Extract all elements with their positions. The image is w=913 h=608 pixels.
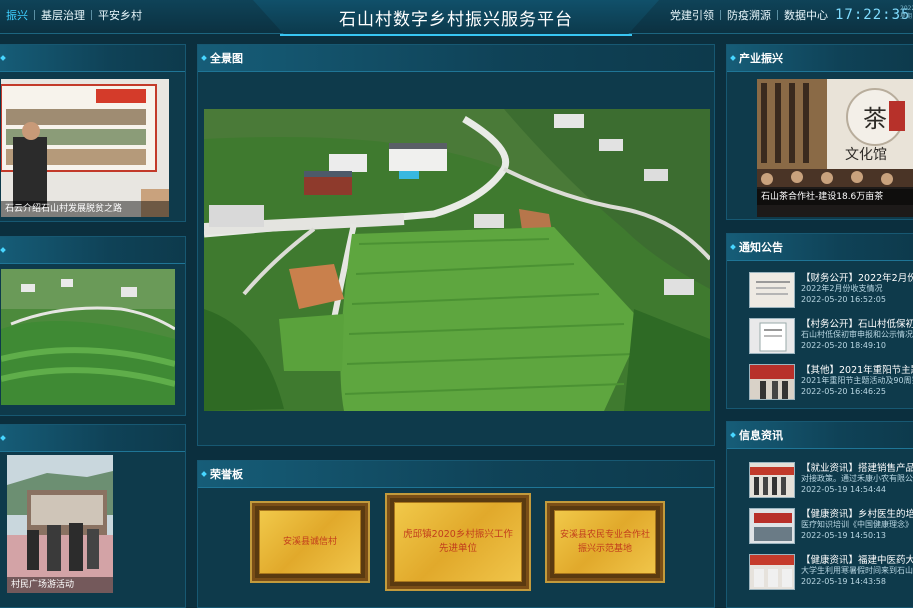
notice-item-desc: 2022年2月份收支情况 [801, 284, 883, 293]
info-item[interactable]: 【就业资讯】搭建销售产品， 对接政策。通过禾康小农有限公司 2022-05-19… [735, 460, 913, 500]
notice-header: 通知公告 [727, 234, 913, 261]
notice-item[interactable]: 【村务公开】石山村低保初审 石山村低保初审申报和公示情况 2022-05-20 … [735, 316, 913, 356]
notice-item-title: 【村务公开】石山村低保初审 [801, 319, 913, 330]
honor-title: 荣誉板 [210, 468, 243, 481]
honor-plaque-1-text: 安溪县诚信村 [259, 510, 361, 574]
info-item-desc: 大学生利用寒暑假时间来到石山 [801, 566, 913, 575]
info-item[interactable]: 【健康资讯】乡村医生的培训 医疗知识培训《中国健康理念》 2022-05-19 … [735, 506, 913, 546]
activity-photo[interactable]: 村民广场游活动 [7, 455, 113, 593]
honor-plaque-1[interactable]: 安溪县诚信村 [250, 501, 370, 583]
info-item-date: 2022-05-19 14:43:58 [801, 577, 886, 586]
notice-item-title: 【财务公开】2022年2月份收 [801, 273, 913, 284]
terrace-photo[interactable] [1, 269, 175, 405]
training-thumbnail-image [750, 509, 794, 543]
title-underline [280, 34, 632, 36]
nav-item-epidemic[interactable]: 防疫溯源 [721, 7, 777, 23]
info-item-title: 【就业资讯】搭建销售产品， [801, 463, 913, 474]
honor-plaque-2-text: 虎邱镇2020乡村振兴工作先进单位 [394, 502, 522, 582]
panorama-photo[interactable] [204, 109, 710, 411]
app-title: 石山村数字乡村振兴服务平台 [339, 10, 573, 30]
info-header: 信息资讯 [727, 422, 913, 449]
industry-photo[interactable]: 茶 文化馆 石山茶合作社-建设18.6万亩茶 [757, 79, 913, 217]
industry-header: 产业振兴 [727, 45, 913, 72]
top-bar: 振兴 基层治理 平安乡村 石山村数字乡村振兴服务平台 党建引领 防疫溯源 数据中… [0, 0, 913, 36]
left-panel-3-header [0, 425, 185, 452]
info-title: 信息资讯 [739, 429, 783, 442]
panorama-image [204, 109, 710, 411]
notice-item-desc: 石山村低保初审申报和公示情况 [801, 330, 913, 339]
event-thumbnail-image [750, 365, 794, 399]
info-item-title: 【健康资讯】乡村医生的培训 [801, 509, 913, 520]
panorama-title: 全景图 [210, 52, 243, 65]
industry-panel: 产业振兴 茶 文化馆 石山茶合作社-建设18.6万亩茶 [726, 44, 913, 220]
nav-item-grassroots[interactable]: 基层治理 [35, 7, 91, 23]
notice-item-date: 2022-05-20 16:52:05 [801, 295, 886, 304]
nav-right: 党建引领 防疫溯源 数据中心 [664, 0, 834, 30]
notice-item[interactable]: 【财务公开】2022年2月份收 2022年2月份收支情况 2022-05-20 … [735, 270, 913, 310]
document-thumbnail-image [750, 319, 794, 353]
notice-item-desc: 2021年重阳节主题活动及90周岁 [801, 376, 913, 385]
info-thumbnail [749, 462, 795, 498]
panorama-header: 全景图 [198, 45, 714, 72]
notice-item-date: 2022-05-20 16:46:25 [801, 387, 886, 396]
left-panel-2 [0, 236, 186, 416]
info-item-desc: 医疗知识培训《中国健康理念》 [801, 520, 913, 529]
notice-title: 通知公告 [739, 241, 783, 254]
health-thumbnail-image [750, 555, 794, 589]
activity-caption: 村民广场游活动 [7, 577, 113, 593]
info-item-title: 【健康资讯】福建中医药大学 [801, 555, 913, 566]
info-item-date: 2022-05-19 14:54:44 [801, 485, 886, 494]
nav-item-safe-village[interactable]: 平安乡村 [92, 7, 148, 23]
nav-item-party[interactable]: 党建引领 [664, 7, 720, 23]
village-intro-image [1, 79, 169, 217]
notice-thumbnail [749, 272, 795, 308]
honor-plaque-3-text: 安溪县农民专业合作社振兴示范基地 [554, 510, 656, 574]
left-panel-2-header [0, 237, 185, 264]
honor-plaque-3[interactable]: 安溪县农民专业合作社振兴示范基地 [545, 501, 665, 583]
notice-item-title: 【其他】2021年重阳节主题活 [801, 365, 913, 376]
notice-thumbnail [749, 318, 795, 354]
clock-date-year: 2022 [900, 5, 913, 12]
clock-date-week: 星期 [900, 13, 913, 20]
svg-text:茶: 茶 [863, 105, 887, 133]
honor-panel: 荣誉板 安溪县诚信村 虎邱镇2020乡村振兴工作先进单位 安溪县农民专业合作社振… [197, 460, 715, 608]
svg-text:文化馆: 文化馆 [845, 147, 887, 163]
activity-image [7, 455, 113, 593]
honor-header: 荣誉板 [198, 461, 714, 488]
clock-date: 2022 星期 [900, 5, 913, 21]
employment-thumbnail-image [750, 463, 794, 497]
nav-item-revitalize[interactable]: 振兴 [0, 7, 34, 23]
left-panel-1-header [0, 45, 185, 72]
honor-plaque-2[interactable]: 虎邱镇2020乡村振兴工作先进单位 [385, 493, 531, 591]
notice-panel: 通知公告 【财务公开】2022年2月份收 2022年2月份收支情况 2022-0… [726, 233, 913, 409]
terrace-image [1, 269, 175, 405]
notice-item-date: 2022-05-20 18:49:10 [801, 341, 886, 350]
document-thumbnail-image [750, 273, 794, 307]
notice-thumbnail [749, 364, 795, 400]
notice-item[interactable]: 【其他】2021年重阳节主题活 2021年重阳节主题活动及90周岁 2022-0… [735, 362, 913, 402]
info-thumbnail [749, 508, 795, 544]
industry-caption: 石山茶合作社-建设18.6万亩茶 [757, 189, 913, 205]
left-panel-3: 村民广场游活动 [0, 424, 186, 608]
info-item-desc: 对接政策。通过禾康小农有限公司 [801, 474, 913, 483]
info-thumbnail [749, 554, 795, 590]
nav-left: 振兴 基层治理 平安乡村 [0, 0, 148, 30]
village-intro-photo[interactable]: 石云介绍石山村发展脱贫之路 [1, 79, 169, 217]
left-panel-1: 石云介绍石山村发展脱贫之路 [0, 44, 186, 222]
info-item[interactable]: 【健康资讯】福建中医药大学 大学生利用寒暑假时间来到石山 2022-05-19 … [735, 552, 913, 592]
industry-title: 产业振兴 [739, 52, 783, 65]
nav-item-data-center[interactable]: 数据中心 [778, 7, 834, 23]
panorama-panel: 全景图 [197, 44, 715, 446]
info-item-date: 2022-05-19 14:50:13 [801, 531, 886, 540]
village-intro-caption: 石云介绍石山村发展脱贫之路 [1, 201, 169, 217]
info-panel: 信息资讯 【就业资讯】搭建销售产品， 对接政策。通过禾康小农有限公司 2022-… [726, 421, 913, 608]
